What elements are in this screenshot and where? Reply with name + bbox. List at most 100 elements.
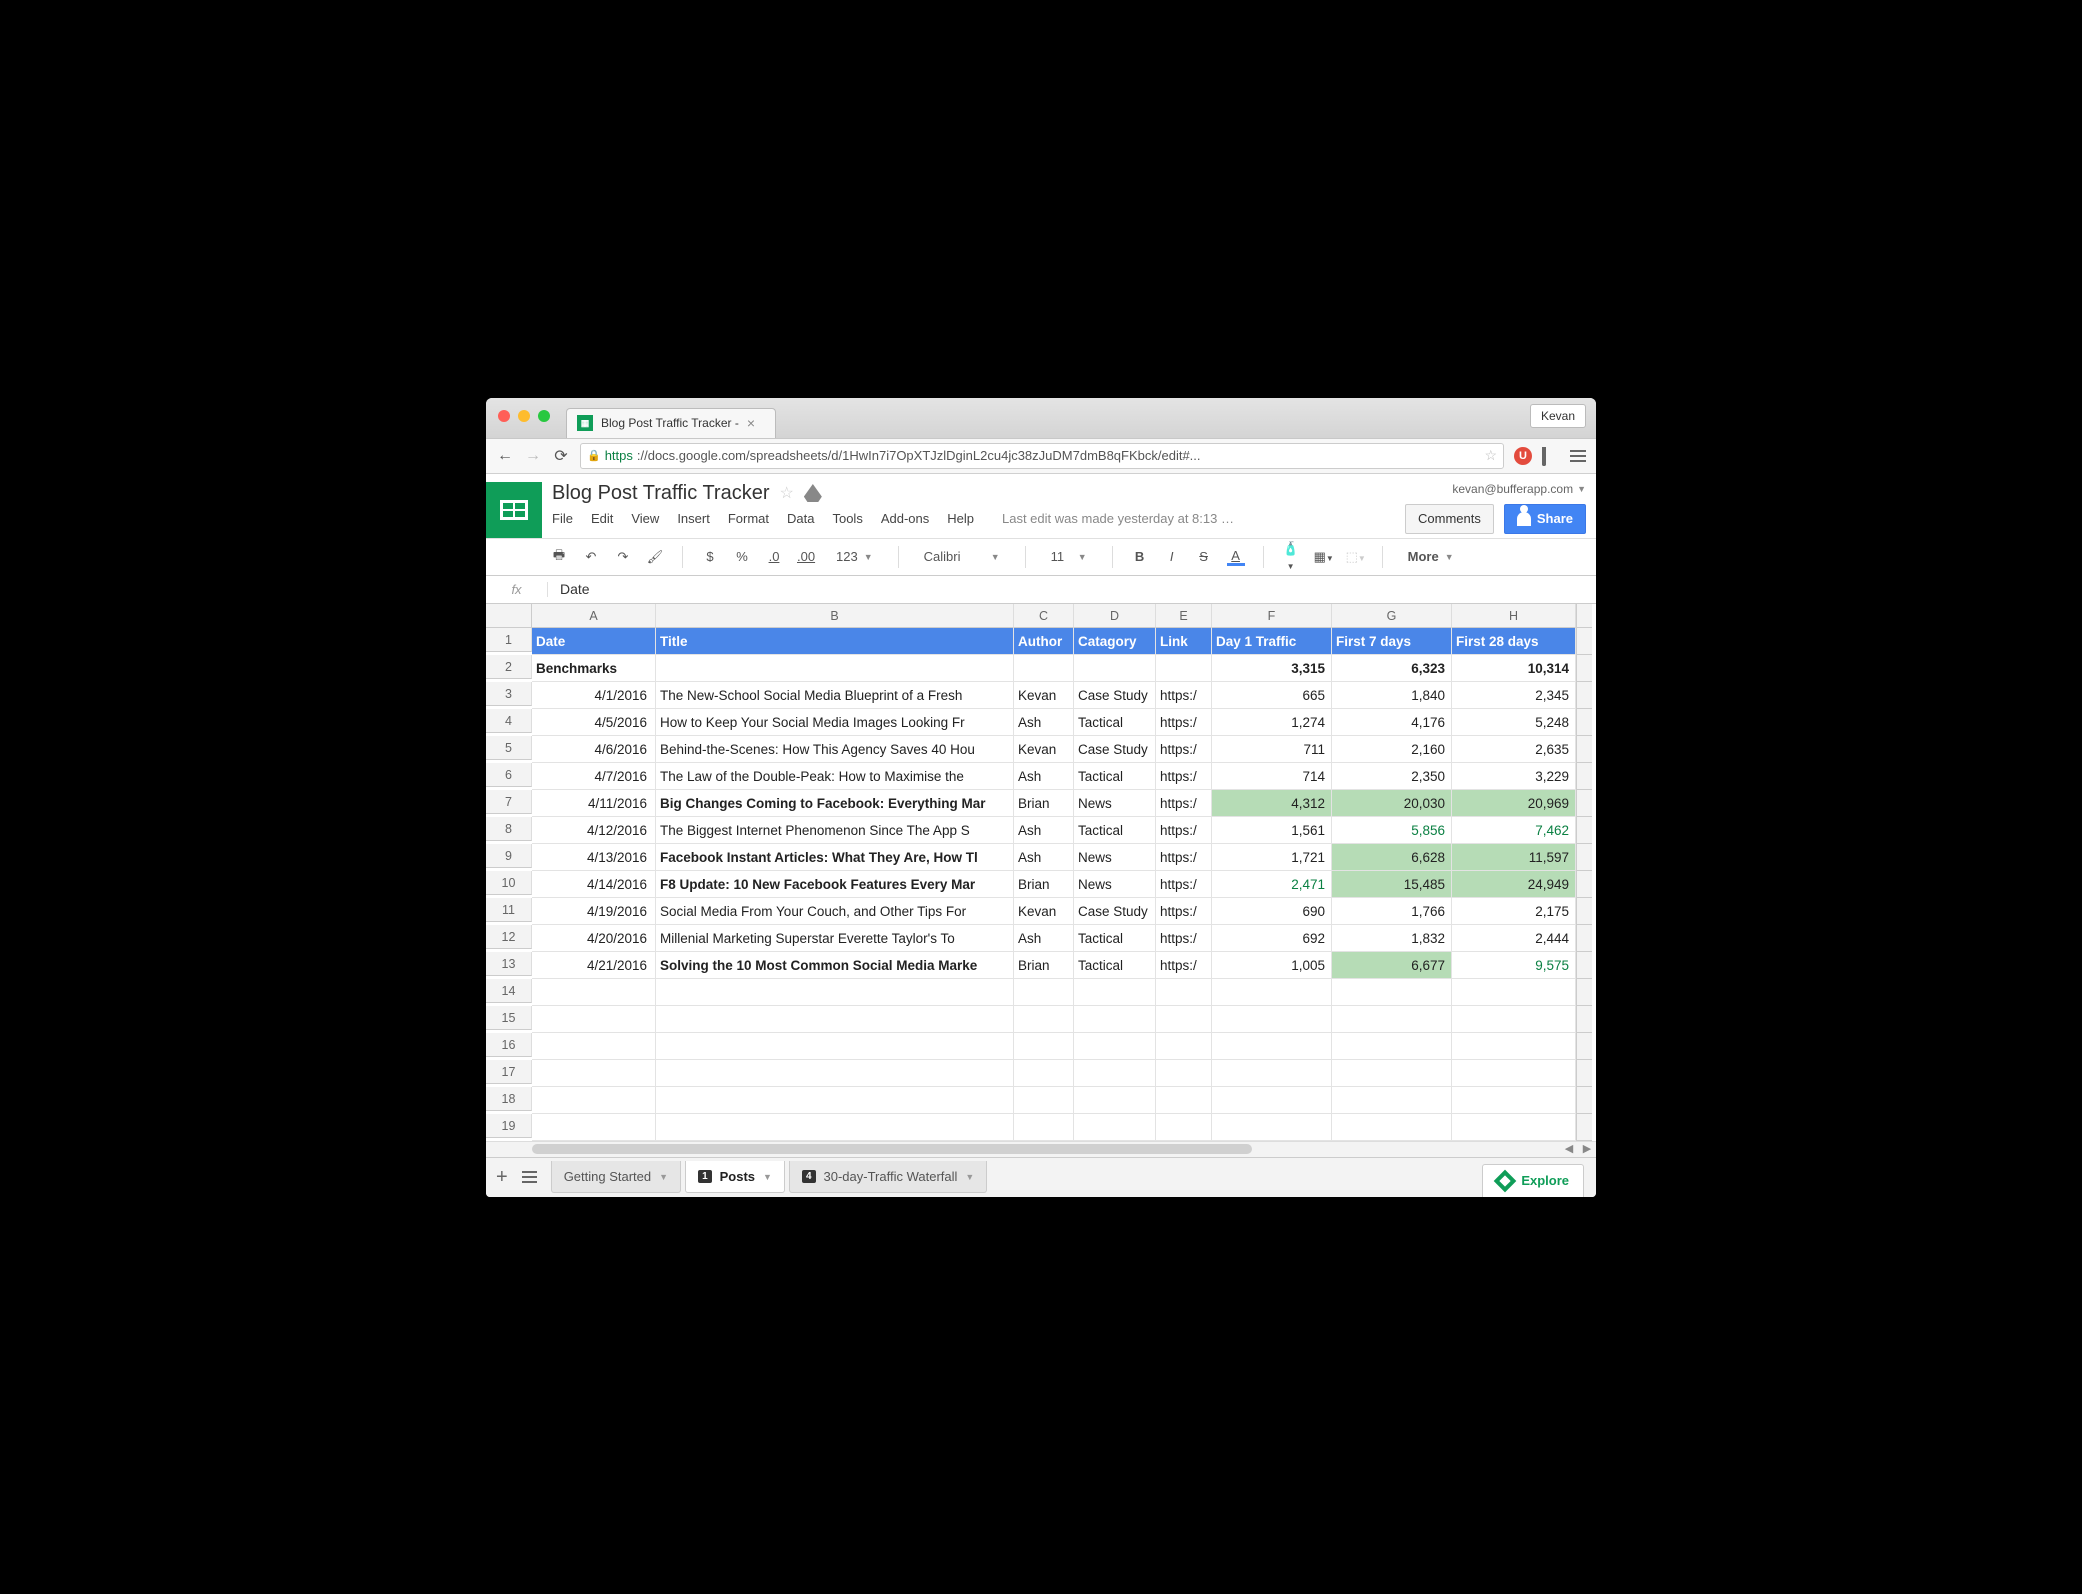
column-header[interactable]: C	[1014, 604, 1074, 628]
cell[interactable]: 4/6/2016	[532, 736, 656, 763]
cell[interactable]: 15,485	[1332, 871, 1452, 898]
cell[interactable]	[1014, 1033, 1074, 1060]
forward-button[interactable]: →	[524, 447, 542, 465]
sheet-tab[interactable]: Getting Started▼	[551, 1161, 681, 1193]
cell[interactable]: https:/	[1156, 736, 1212, 763]
cell[interactable]: 2,635	[1452, 736, 1576, 763]
cell[interactable]: 4/13/2016	[532, 844, 656, 871]
cell[interactable]	[656, 655, 1014, 682]
bookmark-icon[interactable]: ☆	[1484, 447, 1497, 464]
cell[interactable]	[1156, 1114, 1212, 1141]
menu-tools[interactable]: Tools	[832, 511, 862, 526]
cell[interactable]: How to Keep Your Social Media Images Loo…	[656, 709, 1014, 736]
cell[interactable]	[1212, 1114, 1332, 1141]
cell[interactable]: 4/19/2016	[532, 898, 656, 925]
cell[interactable]: 2,160	[1332, 736, 1452, 763]
cell[interactable]	[1074, 655, 1156, 682]
cell[interactable]: Tactical	[1074, 709, 1156, 736]
chrome-menu-icon[interactable]	[1570, 450, 1586, 462]
cell[interactable]: https:/	[1156, 817, 1212, 844]
menu-file[interactable]: File	[552, 511, 573, 526]
cell[interactable]	[1332, 1114, 1452, 1141]
cell[interactable]: 20,030	[1332, 790, 1452, 817]
cell[interactable]	[1332, 1033, 1452, 1060]
cell[interactable]: 6,677	[1332, 952, 1452, 979]
cell[interactable]	[1212, 979, 1332, 1006]
reload-button[interactable]: ⟳	[552, 446, 570, 466]
cell[interactable]: 4/7/2016	[532, 763, 656, 790]
row-header[interactable]: 13	[486, 952, 532, 976]
cell[interactable]	[532, 979, 656, 1006]
row-header[interactable]: 18	[486, 1087, 532, 1111]
menu-insert[interactable]: Insert	[677, 511, 710, 526]
cell[interactable]: 4/20/2016	[532, 925, 656, 952]
menu-addons[interactable]: Add-ons	[881, 511, 929, 526]
cell[interactable]: News	[1074, 790, 1156, 817]
row-header[interactable]: 17	[486, 1060, 532, 1084]
cell[interactable]	[1332, 1006, 1452, 1033]
cell[interactable]: 690	[1212, 898, 1332, 925]
cell[interactable]	[1452, 1006, 1576, 1033]
cell[interactable]: Ash	[1014, 763, 1074, 790]
cell[interactable]: Link	[1156, 628, 1212, 655]
percent-button[interactable]: %	[733, 549, 751, 564]
spreadsheet-grid[interactable]: ABCDEFGH1DateTitleAuthorCatagoryLinkDay …	[486, 604, 1596, 1141]
cell[interactable]: 1,766	[1332, 898, 1452, 925]
merge-button[interactable]: ⬚▼	[1346, 549, 1364, 565]
cell[interactable]: 4/1/2016	[532, 682, 656, 709]
row-header[interactable]: 4	[486, 709, 532, 733]
row-header[interactable]: 3	[486, 682, 532, 706]
cell[interactable]: 9,575	[1452, 952, 1576, 979]
cell[interactable]	[1074, 1087, 1156, 1114]
cell[interactable]: 11,597	[1452, 844, 1576, 871]
column-header[interactable]: E	[1156, 604, 1212, 628]
cell[interactable]	[1074, 1006, 1156, 1033]
column-header[interactable]: D	[1074, 604, 1156, 628]
cell[interactable]: 4/21/2016	[532, 952, 656, 979]
cell[interactable]	[1074, 1060, 1156, 1087]
star-document-icon[interactable]: ☆	[780, 483, 794, 503]
explore-button[interactable]: Explore	[1482, 1164, 1584, 1197]
cell[interactable]: Kevan	[1014, 898, 1074, 925]
scrollbar-thumb[interactable]	[532, 1144, 1252, 1154]
sheet-tab[interactable]: 430-day-Traffic Waterfall▼	[789, 1161, 987, 1193]
close-window-button[interactable]	[498, 410, 510, 422]
number-format-select[interactable]: 123▼	[829, 546, 880, 567]
cell[interactable]	[1014, 1087, 1074, 1114]
cell[interactable]	[1014, 1006, 1074, 1033]
cell[interactable]: F8 Update: 10 New Facebook Features Ever…	[656, 871, 1014, 898]
back-button[interactable]: ←	[496, 447, 514, 465]
cell[interactable]	[1332, 1087, 1452, 1114]
cell[interactable]: 1,005	[1212, 952, 1332, 979]
cell[interactable]	[656, 979, 1014, 1006]
cell[interactable]: Big Changes Coming to Facebook: Everythi…	[656, 790, 1014, 817]
cell[interactable]: 24,949	[1452, 871, 1576, 898]
cell[interactable]: https:/	[1156, 763, 1212, 790]
cell[interactable]: Tactical	[1074, 952, 1156, 979]
cell[interactable]: 7,462	[1452, 817, 1576, 844]
menu-data[interactable]: Data	[787, 511, 814, 526]
cell[interactable]: 2,444	[1452, 925, 1576, 952]
more-tools-button[interactable]: More▼	[1401, 546, 1461, 567]
cell[interactable]: 1,274	[1212, 709, 1332, 736]
cell[interactable]: Tactical	[1074, 763, 1156, 790]
cell[interactable]: 4,312	[1212, 790, 1332, 817]
row-header[interactable]: 16	[486, 1033, 532, 1057]
cell[interactable]: 1,561	[1212, 817, 1332, 844]
row-header[interactable]: 10	[486, 871, 532, 895]
cell[interactable]: The New-School Social Media Blueprint of…	[656, 682, 1014, 709]
cell[interactable]: Ash	[1014, 709, 1074, 736]
redo-icon[interactable]: ↷	[614, 549, 632, 565]
cell[interactable]	[1014, 1114, 1074, 1141]
cell[interactable]: News	[1074, 871, 1156, 898]
cell[interactable]: Facebook Instant Articles: What They Are…	[656, 844, 1014, 871]
cell[interactable]	[1452, 979, 1576, 1006]
cell[interactable]	[532, 1033, 656, 1060]
row-header[interactable]: 5	[486, 736, 532, 760]
cell[interactable]: 2,350	[1332, 763, 1452, 790]
column-header[interactable]: F	[1212, 604, 1332, 628]
cell[interactable]: Brian	[1014, 871, 1074, 898]
horizontal-scrollbar[interactable]: ◀ ▶	[486, 1141, 1596, 1157]
column-header[interactable]: H	[1452, 604, 1576, 628]
cell[interactable]: https:/	[1156, 844, 1212, 871]
